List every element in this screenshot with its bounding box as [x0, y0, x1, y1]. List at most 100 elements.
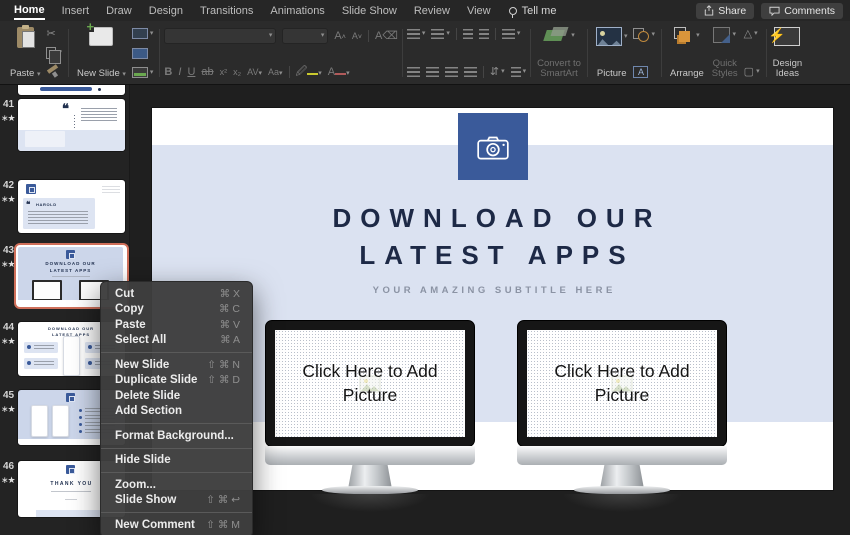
thumbnail-slide-41[interactable]: ❝: [18, 99, 125, 151]
bold-button[interactable]: B: [164, 66, 172, 78]
slide-canvas[interactable]: DOWNLOAD OUR LATEST APPS YOUR AMAZING SU…: [152, 108, 833, 490]
italic-button[interactable]: I: [178, 66, 181, 78]
context-menu-item-new-comment[interactable]: New Comment⇧ ⌘ M: [101, 517, 252, 533]
divider: [456, 28, 457, 40]
align-right-button[interactable]: [445, 67, 458, 77]
text-direction-button[interactable]: ⇵▾: [490, 66, 505, 78]
context-menu-item-cut[interactable]: Cut⌘ X: [101, 286, 252, 302]
increase-indent-button[interactable]: [479, 29, 489, 39]
logo-square[interactable]: [458, 113, 528, 180]
context-menu-item-slide-show[interactable]: Slide Show⇧ ⌘ ↩: [101, 493, 252, 509]
subscript-button[interactable]: x₂: [233, 66, 241, 78]
bullets-button[interactable]: ▾: [407, 29, 426, 39]
menu-tab-slide-show[interactable]: Slide Show: [342, 2, 397, 19]
slide-title[interactable]: DOWNLOAD OUR LATEST APPS: [152, 200, 833, 274]
character-spacing-button[interactable]: AV▾: [247, 66, 262, 78]
quick-styles-button[interactable]: ▾ QuickStyles: [710, 25, 740, 81]
menu-tab-design[interactable]: Design: [149, 2, 183, 19]
context-menu-item-duplicate-slide[interactable]: Duplicate Slide⇧ ⌘ D: [101, 373, 252, 389]
text-box-button[interactable]: A: [633, 66, 655, 78]
picture-placeholder-right[interactable]: Click Here to Add Picture: [527, 330, 717, 437]
monitor-mockup-left[interactable]: Click Here to Add Picture: [265, 320, 475, 512]
new-slide-button[interactable]: New Slide ▾: [75, 25, 128, 81]
align-center-button[interactable]: [426, 67, 439, 77]
arrange-group: ▾ Arrange ▾ QuickStyles △▾ ▢▾: [666, 25, 762, 81]
chevron-down-icon: ▾: [122, 71, 126, 78]
context-menu-separator: [101, 472, 252, 473]
columns-button[interactable]: ▾: [511, 67, 527, 77]
change-case-button[interactable]: Aa▾: [268, 66, 283, 78]
grow-font-button[interactable]: A˄: [334, 30, 345, 42]
context-menu-item-zoom[interactable]: Zoom...: [101, 477, 252, 493]
section-button[interactable]: ▾: [132, 67, 154, 78]
font-name-select[interactable]: ▾: [164, 28, 276, 44]
share-button[interactable]: Share: [696, 3, 754, 19]
mini-text-lines: [81, 108, 117, 122]
slide-title-line1: DOWNLOAD OUR: [161, 200, 833, 237]
strikethrough-button[interactable]: ab: [201, 66, 213, 78]
thumbnail-slide-40-partial[interactable]: [18, 85, 125, 95]
convert-smartart-button[interactable]: ▾ Convert toSmartArt: [535, 25, 583, 81]
shrink-font-button[interactable]: A˅: [352, 30, 362, 42]
quote-glyph: ❝: [62, 102, 69, 117]
paste-button[interactable]: Paste ▾: [8, 25, 42, 81]
ribbon-divider: [661, 29, 662, 77]
comments-button[interactable]: Comments: [761, 3, 843, 19]
menu-tab-transitions[interactable]: Transitions: [200, 2, 253, 19]
picture-button[interactable]: ▾ Picture: [594, 25, 630, 81]
numbering-button[interactable]: ▾: [431, 29, 450, 39]
superscript-button[interactable]: x²: [220, 66, 228, 78]
picture-placeholder-left[interactable]: Click Here to Add Picture: [275, 330, 465, 437]
format-painter-button[interactable]: [46, 66, 62, 78]
arrange-button[interactable]: ▾ Arrange: [668, 25, 706, 81]
tell-me[interactable]: Tell me: [509, 5, 557, 17]
picture-placeholder-text: Click Here to Add Picture: [537, 360, 707, 406]
align-left-button[interactable]: [407, 67, 420, 77]
transition-star-icon: ∗★: [1, 475, 15, 486]
font-size-select[interactable]: ▾: [282, 28, 328, 44]
picture-icon: [596, 27, 622, 46]
mini-title: LATEST APPS: [18, 268, 123, 274]
context-menu-item-paste[interactable]: Paste⌘ V: [101, 317, 252, 333]
menu-tab-home[interactable]: Home: [14, 1, 45, 20]
reset-layout-button[interactable]: [132, 48, 154, 59]
slide-subtitle[interactable]: YOUR AMAZING SUBTITLE HERE: [152, 285, 833, 296]
context-menu-item-shortcut: ⇧ ⌘ ↩: [206, 494, 240, 506]
thumbnail-slide-42[interactable]: ❝ HAROLD: [18, 180, 125, 233]
context-menu-item-select-all[interactable]: Select All⌘ A: [101, 333, 252, 349]
mini-caption: [65, 499, 77, 501]
monitor-base: [574, 486, 670, 494]
underline-button[interactable]: U: [187, 66, 195, 78]
arrange-label: Arrange: [670, 69, 704, 79]
comments-label: Comments: [784, 5, 835, 17]
menu-tab-insert[interactable]: Insert: [62, 2, 90, 19]
slide-layout-button[interactable]: ▾: [132, 28, 154, 39]
justify-button[interactable]: [464, 67, 477, 77]
context-menu-item-add-section[interactable]: Add Section: [101, 404, 252, 420]
menu-tab-animations[interactable]: Animations: [270, 2, 324, 19]
font-color-button[interactable]: A▾: [328, 66, 350, 78]
context-menu-item-delete-slide[interactable]: Delete Slide: [101, 388, 252, 404]
context-menu-item-label: Paste: [115, 319, 146, 331]
design-ideas-button[interactable]: DesignIdeas: [771, 25, 805, 81]
clear-formatting-button[interactable]: A⌫: [375, 30, 398, 42]
layout-icon: [132, 28, 148, 39]
menu-tab-view[interactable]: View: [467, 2, 491, 19]
cut-button[interactable]: ✂: [46, 28, 62, 40]
context-menu-item-hide-slide[interactable]: Hide Slide: [101, 453, 252, 469]
monitor-mockup-right[interactable]: Click Here to Add Picture: [517, 320, 727, 512]
design-ideas-icon: [774, 27, 800, 46]
copy-button[interactable]: ▾: [46, 47, 62, 59]
context-menu-item-format-background[interactable]: Format Background...: [101, 428, 252, 444]
context-menu-item-copy[interactable]: Copy⌘ C: [101, 302, 252, 318]
menu-tab-draw[interactable]: Draw: [106, 2, 132, 19]
decrease-indent-button[interactable]: [463, 29, 473, 39]
shapes-button[interactable]: ▾: [633, 28, 655, 42]
menu-tab-review[interactable]: Review: [414, 2, 450, 19]
highlight-color-button[interactable]: 🖉▾: [296, 66, 322, 78]
shape-effects-button[interactable]: ▢▾: [744, 66, 760, 78]
line-spacing-button[interactable]: ▾: [502, 29, 521, 39]
context-menu-item-new-slide[interactable]: New Slide⇧ ⌘ N: [101, 357, 252, 373]
context-menu-separator: [101, 512, 252, 513]
shape-fill-button[interactable]: △▾: [744, 28, 760, 40]
